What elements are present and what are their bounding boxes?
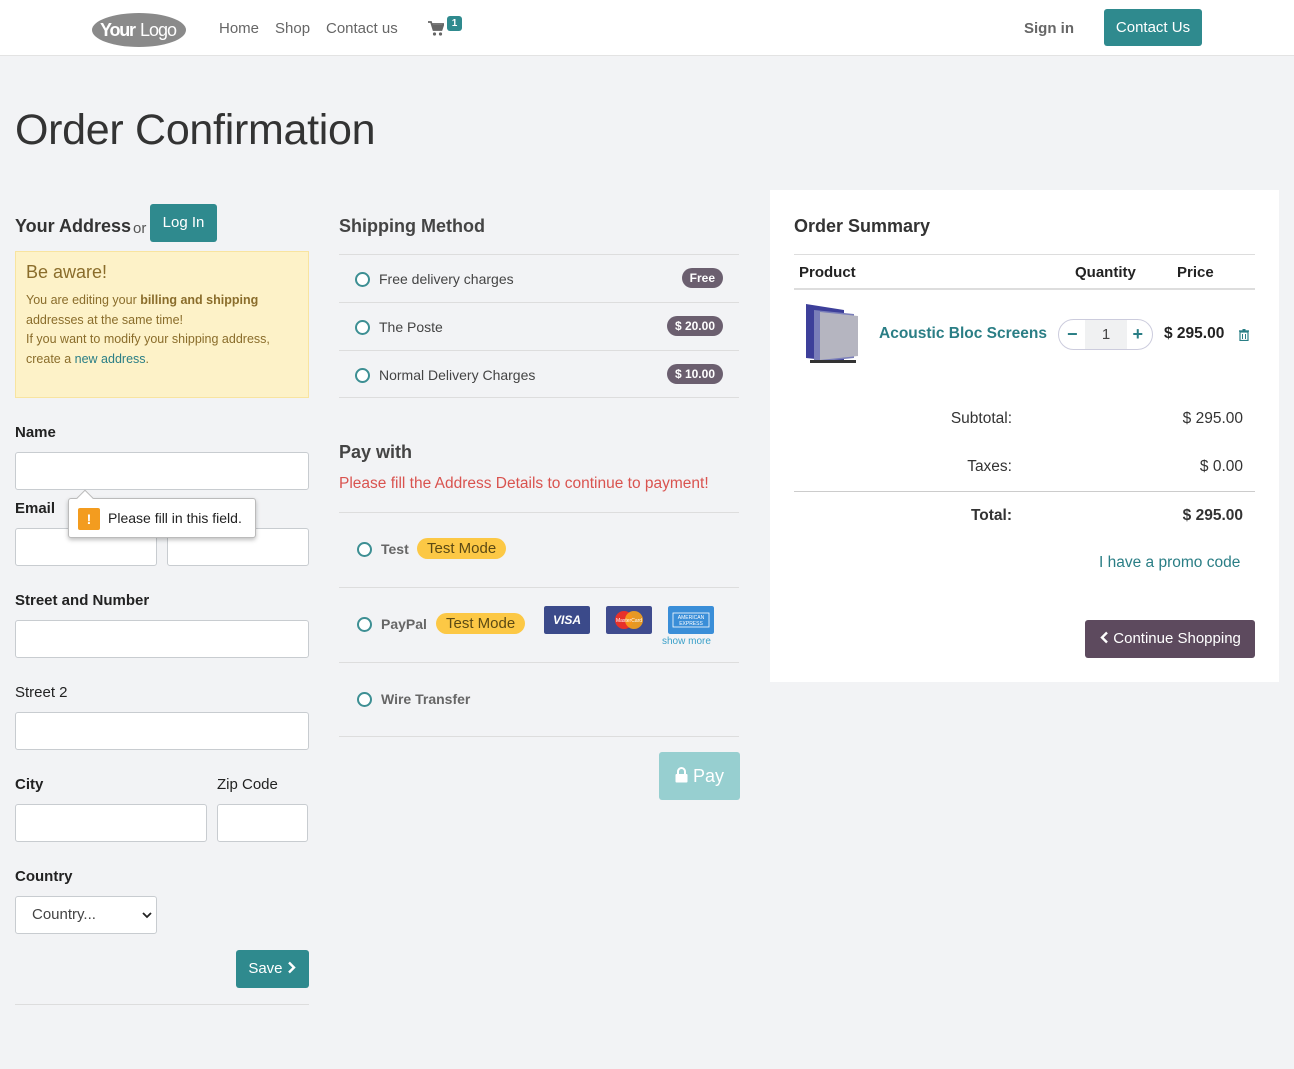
top-navbar: Your Logo Home Shop Contact us 1 Sign in… <box>0 0 1294 56</box>
trash-icon[interactable] <box>1239 329 1249 341</box>
divider <box>794 491 1255 492</box>
chevron-down-icon <box>142 912 152 919</box>
lock-icon <box>675 767 688 783</box>
cart-icon <box>428 21 444 36</box>
price-badge: $ 10.00 <box>666 364 723 384</box>
cart-button[interactable]: 1 <box>428 16 466 39</box>
radio-button[interactable] <box>355 368 370 383</box>
svg-text:Your: Your <box>100 20 136 40</box>
new-address-link[interactable]: new address <box>75 352 146 366</box>
shipping-option[interactable]: Normal Delivery Charges $ 10.00 <box>339 350 739 398</box>
total-label: Total: <box>970 507 1012 524</box>
alert-text-2: If you want to modify your shipping addr… <box>26 332 270 366</box>
table-header: Product Quantity Price <box>794 254 1255 290</box>
order-table: Product Quantity Price Acoustic Bloc Scr… <box>794 254 1255 380</box>
shipping-option[interactable]: The Poste $ 20.00 <box>339 302 739 350</box>
payment-option-paypal[interactable]: PayPal Test Mode VISA MasterCard AMERICA… <box>339 587 739 662</box>
warning-icon: ! <box>78 508 100 530</box>
country-select[interactable]: Country... <box>15 896 157 934</box>
svg-text:Logo: Logo <box>140 20 177 40</box>
country-label: Country <box>15 868 73 885</box>
visa-card-icon: VISA <box>544 606 590 634</box>
street2-label: Street 2 <box>15 684 68 701</box>
nav-home[interactable]: Home <box>219 20 259 37</box>
price-badge: $ 20.00 <box>666 316 723 336</box>
taxes-label: Taxes: <box>967 458 1012 475</box>
street-input[interactable] <box>15 620 309 658</box>
sign-in-link[interactable]: Sign in <box>1024 20 1074 37</box>
pay-with-title: Pay with <box>339 442 413 462</box>
total-value: $ 295.00 <box>1182 507 1243 524</box>
nav-contact-us[interactable]: Contact us <box>326 20 398 37</box>
street-label: Street and Number <box>15 592 150 609</box>
tooltip-text: Please fill in this field. <box>108 510 242 526</box>
name-label: Name <box>15 424 56 441</box>
alert-text-1: You are editing your billing and shippin… <box>26 293 259 327</box>
order-summary-panel: Order Summary Product Quantity Price Aco… <box>770 190 1279 682</box>
payment-warning: Please fill the Address Details to conti… <box>339 475 709 492</box>
city-label: City <box>15 776 44 793</box>
name-input[interactable] <box>15 452 309 490</box>
product-name-link[interactable]: Acoustic Bloc Screens <box>879 325 1047 343</box>
address-title: Your Address <box>15 216 132 236</box>
nav-shop[interactable]: Shop <box>275 20 310 37</box>
subtotal-value: $ 295.00 <box>1182 410 1243 427</box>
continue-shopping-button[interactable]: Continue Shopping <box>1085 620 1255 658</box>
chevron-right-icon <box>287 961 296 974</box>
radio-button[interactable] <box>355 272 370 287</box>
save-button[interactable]: Save <box>236 950 309 988</box>
test-mode-badge: Test Mode <box>436 613 526 634</box>
svg-text:EXPRESS: EXPRESS <box>679 621 703 627</box>
radio-button[interactable] <box>357 617 372 632</box>
product-image[interactable] <box>802 300 862 368</box>
country-select-value: Country... <box>32 906 96 923</box>
page-title: Order Confirmation <box>15 106 376 154</box>
email-label: Email <box>15 500 56 517</box>
taxes-value: $ 0.00 <box>1199 458 1243 475</box>
column-product: Product <box>799 264 856 281</box>
product-price: $ 295.00 <box>1164 325 1225 342</box>
logo[interactable]: Your Logo <box>91 12 187 48</box>
svg-text:MasterCard: MasterCard <box>616 618 642 624</box>
address-or-text: or <box>133 220 147 237</box>
amex-card-icon: AMERICAN EXPRESS <box>668 606 714 634</box>
radio-button[interactable] <box>355 320 370 335</box>
shipping-methods: Free delivery charges Free The Poste $ 2… <box>339 254 739 398</box>
radio-button[interactable] <box>357 692 372 707</box>
radio-button[interactable] <box>357 542 372 557</box>
cart-count-badge: 1 <box>447 16 462 31</box>
price-badge: Free <box>681 268 723 288</box>
subtotal-label: Subtotal: <box>950 410 1012 427</box>
table-row: Acoustic Bloc Screens − 1 + $ 295.00 <box>794 290 1255 380</box>
pay-button[interactable]: Pay <box>659 752 740 800</box>
zip-label: Zip Code <box>217 776 278 793</box>
zip-input[interactable] <box>217 804 308 842</box>
alert-title: Be aware! <box>26 262 108 282</box>
be-aware-alert: Be aware! You are editing your billing a… <box>15 251 309 398</box>
column-price: Price <box>1177 264 1214 281</box>
order-summary-title: Order Summary <box>794 216 931 236</box>
decrease-quantity-button[interactable]: − <box>1067 324 1078 345</box>
payment-option-test[interactable]: Test Test Mode <box>339 512 739 587</box>
payment-option-wire-transfer[interactable]: Wire Transfer <box>339 662 739 737</box>
promo-code-link[interactable]: I have a promo code <box>1099 554 1240 572</box>
quantity-input[interactable]: 1 <box>1085 320 1127 349</box>
svg-text:VISA: VISA <box>553 613 581 627</box>
quantity-stepper: − 1 + <box>1058 319 1153 350</box>
test-mode-badge: Test Mode <box>417 538 507 559</box>
log-in-button[interactable]: Log In <box>150 204 217 242</box>
divider <box>15 1004 309 1005</box>
shipping-title: Shipping Method <box>339 216 485 236</box>
validation-tooltip: ! Please fill in this field. <box>68 489 256 538</box>
city-input[interactable] <box>15 804 207 842</box>
payment-methods: Test Test Mode PayPal Test Mode VISA Mas… <box>339 512 739 737</box>
column-quantity: Quantity <box>1075 264 1136 281</box>
street2-input[interactable] <box>15 712 309 750</box>
mastercard-icon: MasterCard <box>606 606 652 634</box>
contact-us-button[interactable]: Contact Us <box>1104 9 1202 46</box>
chevron-left-icon <box>1100 631 1108 644</box>
show-more-link[interactable]: show more <box>662 636 711 647</box>
shipping-option[interactable]: Free delivery charges Free <box>339 254 739 302</box>
increase-quantity-button[interactable]: + <box>1132 324 1143 345</box>
